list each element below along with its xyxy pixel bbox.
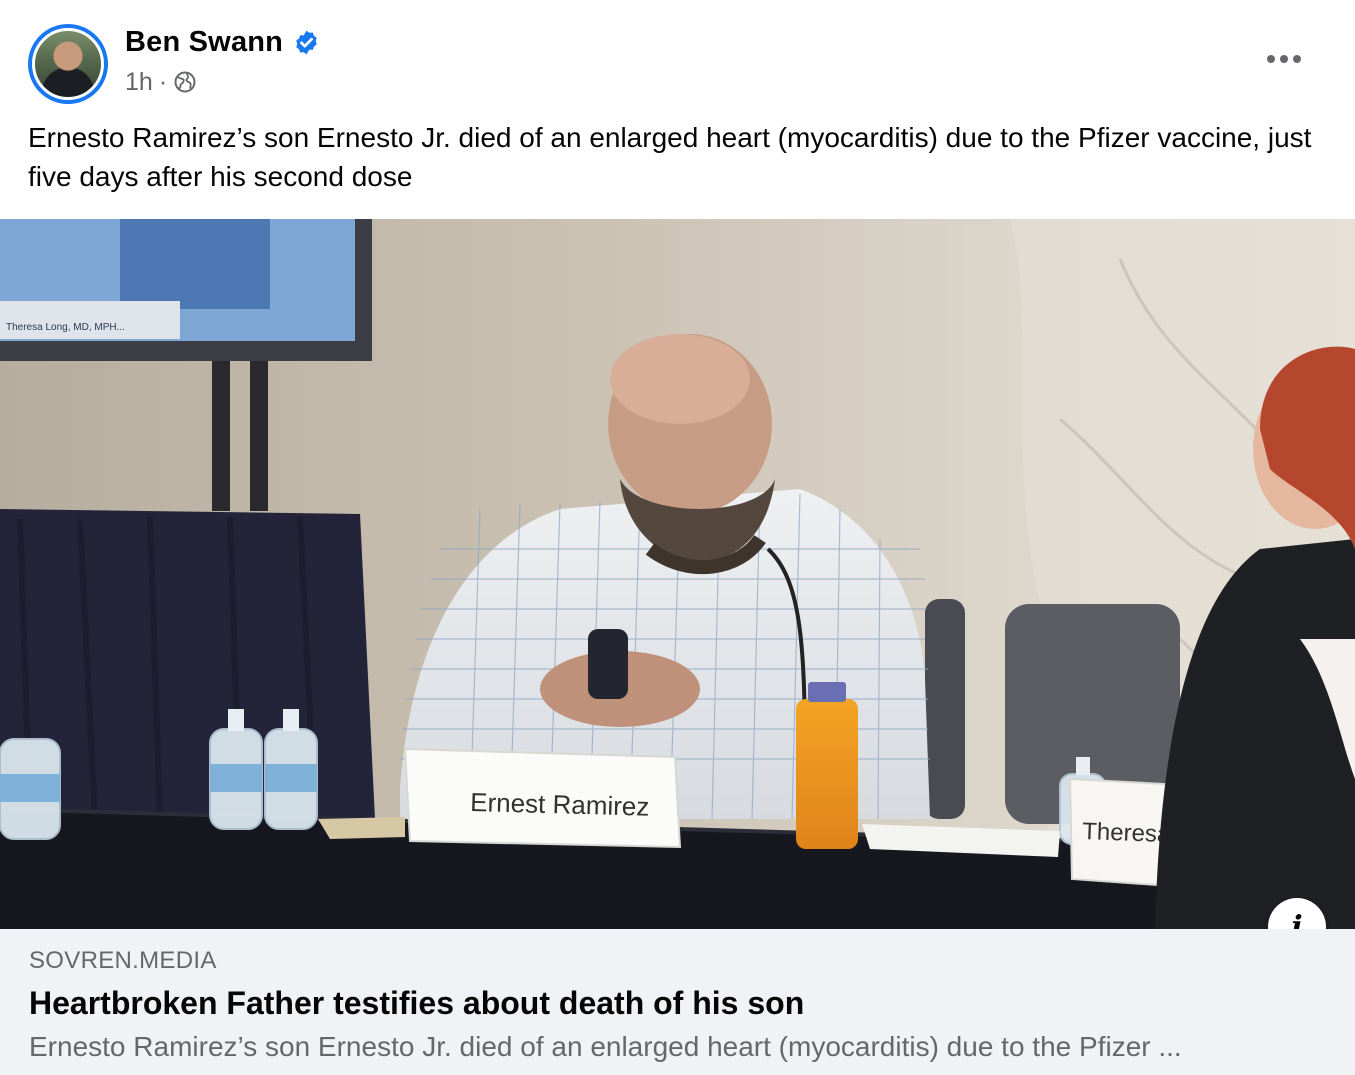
nameplate-ernest-ramirez: Ernest Ramirez	[470, 787, 650, 822]
hearing-photo: Theresa Long, MD, MPH... Ernest Ramirez …	[0, 219, 1355, 929]
more-horizontal-icon	[1267, 55, 1275, 63]
more-horizontal-icon	[1280, 55, 1288, 63]
globe-icon[interactable]	[173, 70, 197, 94]
link-domain: SOVREN.MEDIA	[29, 947, 217, 974]
post-header: Ben Swann 1h ·	[0, 0, 1355, 118]
avatar[interactable]	[32, 28, 104, 100]
post-meta: 1h ·	[125, 66, 197, 98]
post-timestamp[interactable]: 1h	[125, 68, 153, 97]
link-title[interactable]: Heartbroken Father testifies about death…	[29, 985, 804, 1022]
post-text: Ernesto Ramirez’s son Ernesto Jr. died o…	[28, 122, 1312, 192]
verified-badge-icon	[296, 30, 317, 54]
link-preview-footer[interactable]: SOVREN.MEDIA Heartbroken Father testifie…	[0, 929, 1355, 1075]
monitor-caption: Theresa Long, MD, MPH...	[6, 322, 125, 333]
more-options-button[interactable]	[1259, 44, 1309, 74]
link-description: Ernesto Ramirez’s son Ernesto Jr. died o…	[29, 1031, 1182, 1062]
author-name[interactable]: Ben Swann	[125, 26, 283, 59]
author-line: Ben Swann	[125, 24, 320, 60]
more-horizontal-icon	[1293, 55, 1301, 63]
meta-separator: ·	[158, 67, 168, 96]
link-preview-image[interactable]: Theresa Long, MD, MPH... Ernest Ramirez …	[0, 219, 1355, 929]
facebook-post: Ben Swann 1h · Ernesto Ramirez’s son Ern…	[0, 0, 1355, 1075]
author-avatar-ring[interactable]	[28, 24, 108, 104]
